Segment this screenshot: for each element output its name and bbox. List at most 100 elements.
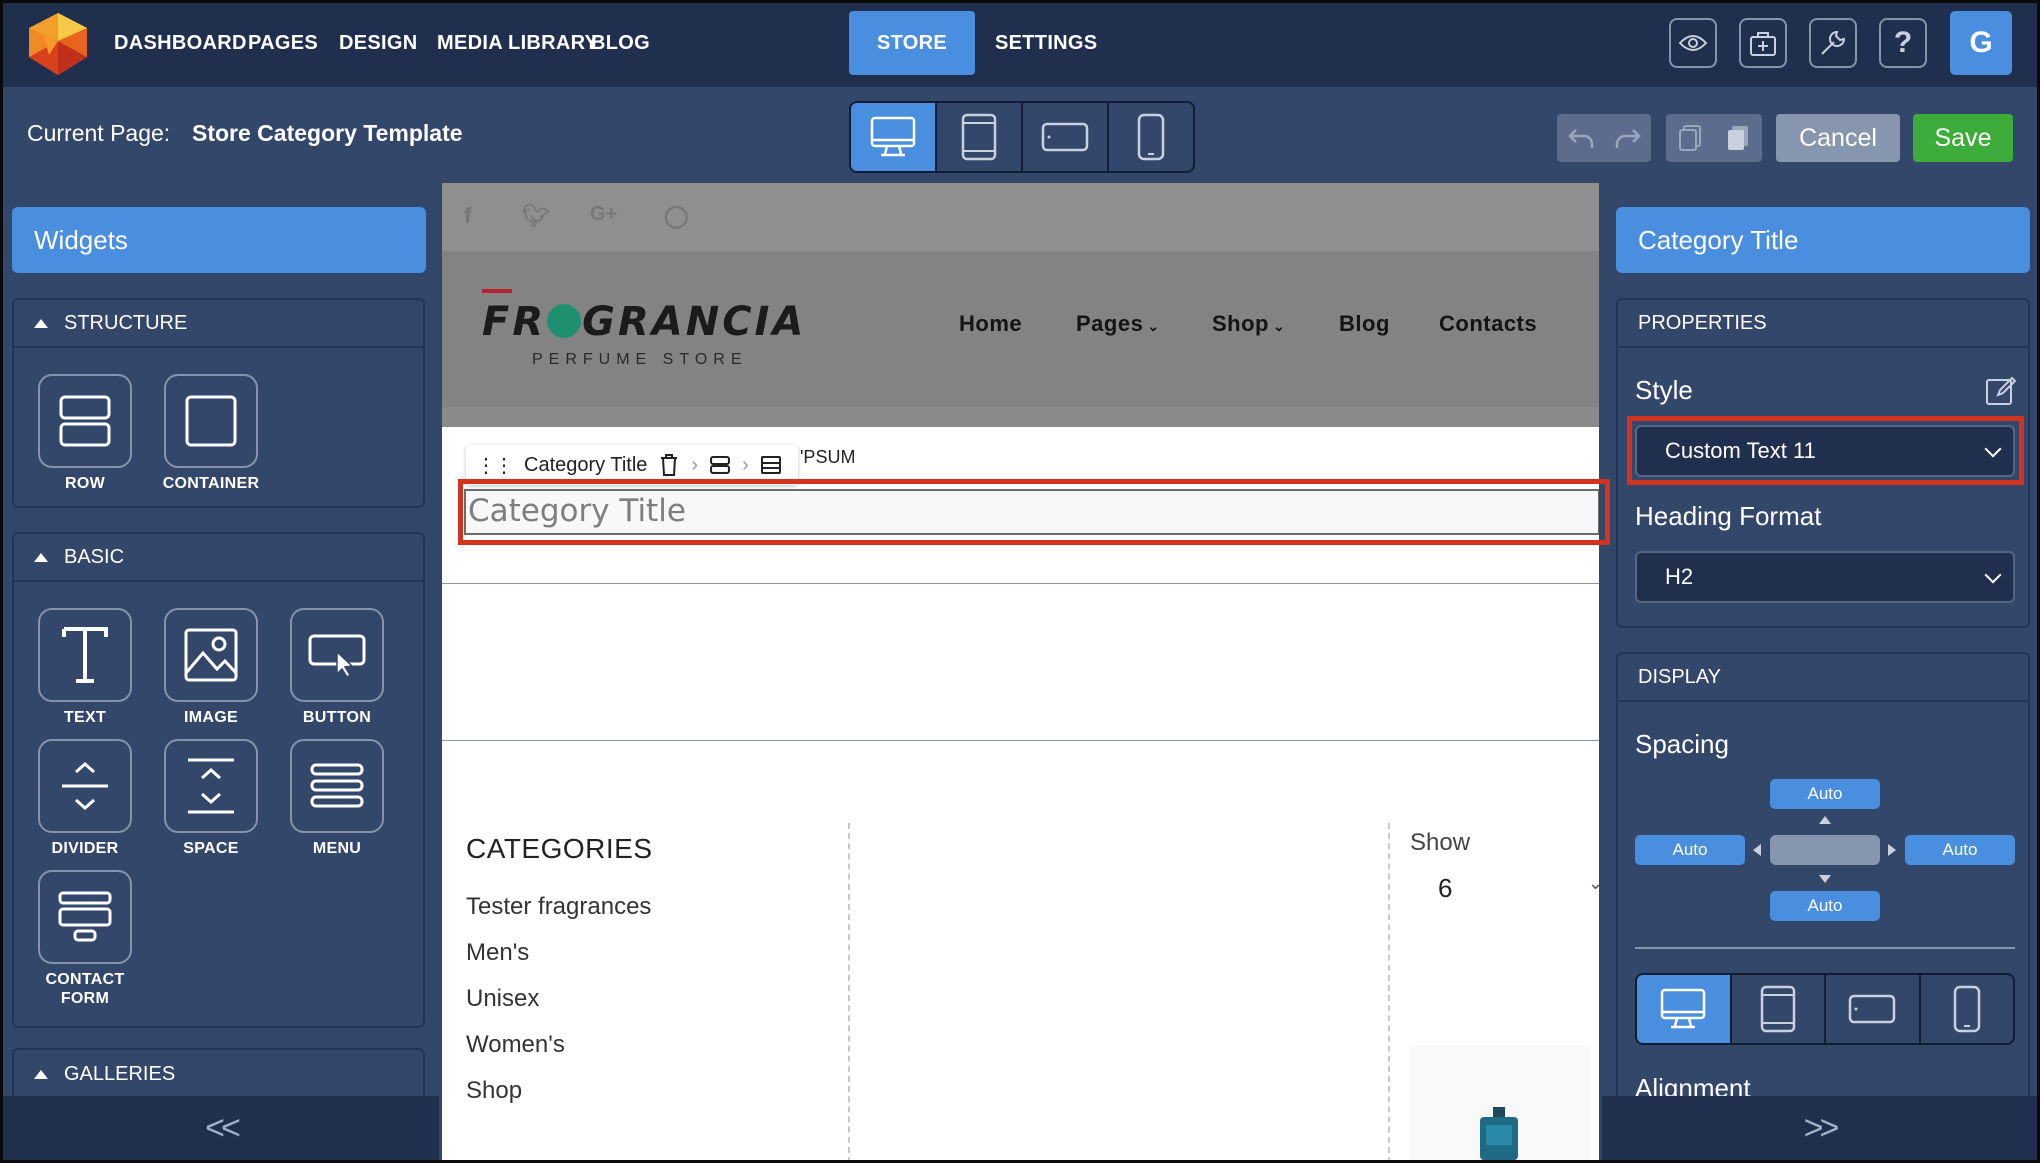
facebook-icon[interactable]: f bbox=[464, 203, 471, 229]
display-device-tablet-button[interactable] bbox=[1732, 975, 1826, 1043]
spacing-right-input[interactable]: Auto bbox=[1905, 835, 2015, 865]
cancel-button[interactable]: Cancel bbox=[1776, 114, 1900, 162]
category-link[interactable]: Men's bbox=[466, 939, 529, 967]
widget-contact-form[interactable]: CONTACT FORM bbox=[30, 870, 140, 1008]
column-divider bbox=[1388, 823, 1390, 1160]
widget-text[interactable]: TEXT bbox=[30, 608, 140, 727]
image-icon bbox=[184, 628, 238, 682]
history-buttons bbox=[1557, 114, 1651, 162]
spacing-top-input[interactable]: Auto bbox=[1770, 779, 1880, 809]
section-divider bbox=[442, 740, 1599, 741]
copy-button[interactable] bbox=[1666, 124, 1714, 152]
device-desktop-button[interactable] bbox=[851, 103, 937, 171]
tablet-icon bbox=[961, 113, 997, 161]
nav-dashboard[interactable]: DASHBOARD bbox=[114, 11, 247, 75]
category-link[interactable]: Unisex bbox=[466, 985, 539, 1013]
device-tablet-landscape-button[interactable] bbox=[1023, 103, 1109, 171]
collapse-left-panel-button[interactable]: << bbox=[3, 1096, 439, 1160]
redo-button[interactable] bbox=[1604, 126, 1651, 150]
instagram-icon[interactable]: ◯ bbox=[664, 203, 689, 229]
drag-handle-icon[interactable]: ⋮⋮ bbox=[476, 453, 514, 478]
space-icon bbox=[188, 758, 234, 814]
widget-container-label: CONTAINER bbox=[162, 475, 260, 492]
widget-menu[interactable]: MENU bbox=[282, 739, 392, 858]
product-card[interactable] bbox=[1410, 1045, 1590, 1160]
spacing-left-input[interactable]: Auto bbox=[1635, 835, 1745, 865]
widget-row[interactable]: ROW bbox=[30, 374, 140, 493]
category-link[interactable]: Shop bbox=[466, 1077, 522, 1105]
store-add-button[interactable] bbox=[1739, 18, 1787, 68]
paste-button[interactable] bbox=[1714, 124, 1762, 152]
display-heading: DISPLAY bbox=[1618, 654, 2028, 702]
current-page-value: Store Category Template bbox=[192, 120, 463, 146]
collapse-right-panel-button[interactable]: >> bbox=[1602, 1096, 2037, 1160]
help-button[interactable]: ? bbox=[1879, 18, 1927, 68]
display-device-desktop-button[interactable] bbox=[1637, 975, 1732, 1043]
display-device-tablet-landscape-button[interactable] bbox=[1826, 975, 1921, 1043]
edit-style-icon[interactable] bbox=[1984, 375, 2016, 407]
brand-accent-mark bbox=[482, 289, 512, 293]
row-structure-icon[interactable] bbox=[710, 455, 731, 475]
desktop-icon bbox=[870, 116, 916, 157]
collapse-triangle-icon bbox=[34, 552, 48, 562]
structure-section-header[interactable]: STRUCTURE bbox=[14, 300, 423, 348]
category-link[interactable]: Women's bbox=[466, 1031, 565, 1059]
heading-format-select[interactable]: H2 bbox=[1635, 551, 2015, 603]
widget-container[interactable]: CONTAINER bbox=[156, 374, 266, 493]
highlight-category-title bbox=[458, 479, 1610, 545]
site-menu-home[interactable]: Home bbox=[959, 311, 1022, 337]
display-device-mobile-button[interactable] bbox=[1921, 975, 2014, 1043]
galleries-section-header[interactable]: GALLERIES bbox=[14, 1050, 423, 1098]
nav-pages[interactable]: PAGES bbox=[248, 11, 318, 75]
trash-icon[interactable] bbox=[659, 453, 679, 477]
menu-icon bbox=[310, 763, 364, 808]
column-divider bbox=[848, 823, 850, 1160]
paste-icon bbox=[1728, 126, 1748, 150]
twitter-icon[interactable]: 🐦︎ bbox=[522, 203, 550, 229]
site-menu-contacts[interactable]: Contacts bbox=[1439, 311, 1537, 337]
widget-button[interactable]: BUTTON bbox=[282, 608, 392, 727]
nav-design[interactable]: DESIGN bbox=[339, 11, 417, 75]
inspector-panel-title: Category Title bbox=[1616, 207, 2030, 273]
brand-logo-text[interactable]: FR GRANCIA bbox=[482, 299, 806, 345]
nav-store[interactable]: STORE bbox=[849, 11, 976, 75]
site-header: FR GRANCIA PERFUME STORE Home Pages ⌄ Shop… bbox=[442, 251, 1599, 407]
show-count-select[interactable]: 6 bbox=[1438, 873, 1452, 904]
chevron-down-icon bbox=[1984, 566, 2002, 584]
google-plus-icon[interactable]: G+ bbox=[590, 203, 617, 226]
site-menu-blog[interactable]: Blog bbox=[1339, 311, 1390, 337]
widget-divider[interactable]: DIVIDER bbox=[30, 739, 140, 858]
arrow-down-icon bbox=[1819, 875, 1831, 883]
nav-media-library[interactable]: MEDIA LIBRARY bbox=[437, 11, 598, 75]
redo-icon bbox=[1615, 129, 1641, 148]
category-link[interactable]: Tester fragrances bbox=[466, 893, 651, 921]
save-button[interactable]: Save bbox=[1913, 114, 2013, 162]
spacing-bottom-input[interactable]: Auto bbox=[1770, 891, 1880, 921]
widget-space[interactable]: SPACE bbox=[156, 739, 266, 858]
tools-button[interactable] bbox=[1809, 18, 1857, 68]
widget-image[interactable]: IMAGE bbox=[156, 608, 266, 727]
nav-blog[interactable]: BLOG bbox=[591, 11, 650, 75]
top-navigation: DASHBOARD PAGES DESIGN MEDIA LIBRARY BLO… bbox=[3, 3, 2037, 87]
device-mobile-button[interactable] bbox=[1109, 103, 1193, 171]
page-canvas[interactable]: f 🐦︎ G+ ◯ FR GRANCIA PERFUME STORE Home P… bbox=[442, 183, 1599, 1160]
preview-button[interactable] bbox=[1669, 18, 1717, 68]
nav-settings[interactable]: SETTINGS bbox=[995, 11, 1097, 75]
chevron-down-icon: ⌄ bbox=[1147, 318, 1160, 334]
user-avatar-button[interactable]: G bbox=[1950, 11, 2012, 75]
container-structure-icon[interactable] bbox=[760, 455, 781, 475]
device-switcher bbox=[849, 101, 1195, 173]
site-menu-shop[interactable]: Shop ⌄ bbox=[1212, 311, 1285, 337]
breadcrumb-separator-icon: › bbox=[691, 453, 699, 476]
basic-section-header[interactable]: BASIC bbox=[14, 534, 423, 582]
collapse-triangle-icon bbox=[34, 1069, 48, 1079]
site-menu-pages[interactable]: Pages ⌄ bbox=[1076, 311, 1160, 337]
widget-divider-label: DIVIDER bbox=[51, 840, 119, 857]
display-device-switcher bbox=[1635, 973, 2015, 1045]
device-tablet-button[interactable] bbox=[937, 103, 1023, 171]
tablet-landscape-icon bbox=[1041, 122, 1089, 152]
collapse-triangle-icon bbox=[34, 318, 48, 328]
widget-toolbar-label: Category Title bbox=[524, 453, 648, 476]
logo-icon[interactable] bbox=[25, 11, 91, 77]
undo-button[interactable] bbox=[1557, 126, 1604, 150]
